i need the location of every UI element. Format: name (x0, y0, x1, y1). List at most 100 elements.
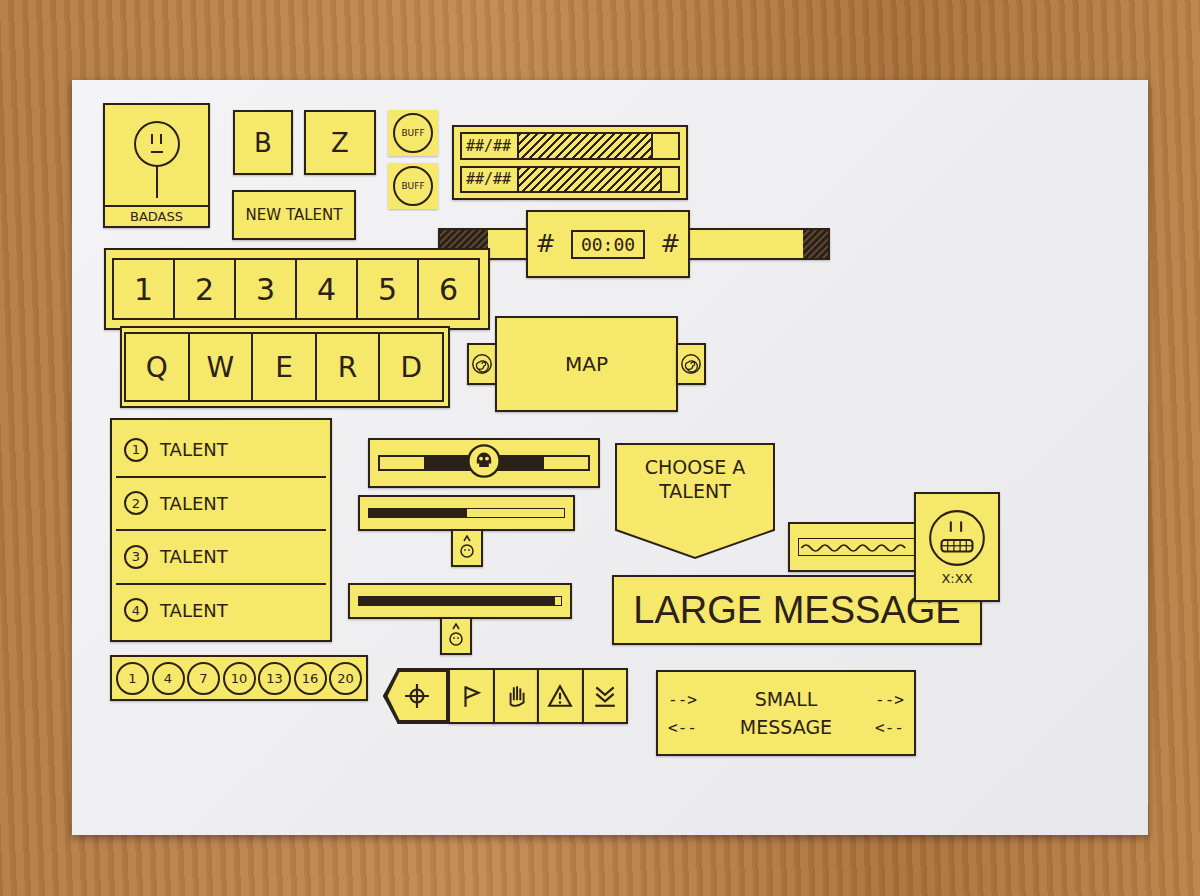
respawn-timer: X:XX (941, 571, 972, 586)
team-score: # (660, 230, 680, 258)
small-message-text: SMALL (755, 688, 818, 710)
crosshair-icon (404, 683, 430, 709)
progress-group (358, 495, 575, 567)
swirl-icon (680, 353, 702, 375)
hand-icon (503, 683, 529, 709)
killer-portrait: X:XX (914, 492, 1000, 602)
resource-track (517, 168, 678, 192)
small-message-line: <-- MESSAGE <-- (668, 716, 904, 738)
team-fill (803, 230, 828, 258)
ping-stop-button[interactable] (493, 668, 539, 724)
ping-danger-button[interactable] (537, 668, 583, 724)
talent-item[interactable]: 2 TALENT (116, 478, 326, 532)
arrow: <-- (668, 718, 697, 737)
resource-bar: ##/## (460, 132, 680, 160)
flag-icon (459, 683, 485, 709)
tug-track (378, 455, 590, 471)
resource-fill (519, 168, 662, 192)
ping-retreat-button[interactable] (582, 668, 628, 724)
kill-text-bar (788, 522, 928, 572)
ability-slot[interactable]: W (188, 332, 254, 402)
level-badge: 16 (294, 662, 327, 695)
hotbar-slot[interactable]: 4 (295, 258, 358, 320)
ping-flag-button[interactable] (448, 668, 494, 724)
match-clock: 00:00 (571, 230, 645, 259)
player-marker-icon (457, 535, 477, 561)
talent-number: 1 (124, 438, 148, 462)
arrow: <-- (875, 718, 904, 737)
hero-portrait: BADASS (103, 103, 210, 228)
talent-label: TALENT (160, 439, 228, 460)
map-zoom-button[interactable] (676, 343, 706, 385)
hotbar-slot[interactable]: 2 (173, 258, 236, 320)
talent-item[interactable]: 4 TALENT (116, 585, 326, 637)
ability-slot[interactable]: R (315, 332, 381, 402)
skull-icon (466, 443, 502, 479)
swirl-icon (471, 353, 493, 375)
hotbar-slot[interactable]: 5 (356, 258, 419, 320)
talent-label: TALENT (160, 546, 228, 567)
level-badge: 20 (329, 662, 362, 695)
retreat-icon (592, 683, 618, 709)
progress-fill (369, 509, 467, 517)
buff-slot: BUFF (388, 110, 438, 156)
stick-figure-icon (127, 111, 187, 205)
buff-slot: BUFF (388, 163, 438, 209)
paper-sheet: BADASS BZ BUFF BUFF NEW TALENT ##/## ##/## #00:… (72, 80, 1148, 835)
buff-badge: BUFF (393, 113, 433, 153)
hotbar-slot[interactable]: 3 (234, 258, 297, 320)
ability-slot[interactable]: Q (124, 332, 190, 402)
progress-bar (348, 583, 572, 619)
talent-label: TALENT (160, 493, 228, 514)
grimacing-face-icon (926, 509, 988, 567)
ping-bar (385, 662, 628, 730)
talent-item[interactable]: 1 TALENT (116, 424, 326, 478)
resource-reading: ##/## (466, 137, 511, 155)
talent-number: 4 (124, 598, 148, 622)
progress-bar (358, 495, 575, 531)
team-score: # (536, 230, 556, 258)
talent-item[interactable]: 3 TALENT (116, 531, 326, 585)
ability-bar: QWERD (120, 326, 450, 408)
level-badge: 1 (116, 662, 149, 695)
minimap-group: MAP (467, 316, 706, 412)
level-badge: 13 (258, 662, 291, 695)
item-key[interactable]: Z (304, 110, 376, 175)
map-zoom-button[interactable] (467, 343, 497, 385)
level-badge: 10 (223, 662, 256, 695)
level-badge: 4 (152, 662, 185, 695)
progress-fill (359, 597, 555, 605)
resource-bar: ##/## (460, 166, 680, 194)
tug-of-war-bar (368, 438, 600, 488)
timer-panel: #00:00 # (526, 210, 690, 278)
talent-label: TALENT (160, 600, 228, 621)
ability-slot[interactable]: E (251, 332, 317, 402)
match-timer: #00:00 # (438, 210, 830, 278)
arrow: --> (668, 690, 697, 709)
ping-target-button[interactable] (383, 668, 450, 724)
talent-number: 3 (124, 545, 148, 569)
small-message-line: -->SMALL--> (668, 688, 904, 710)
item-hotbar: 123456 (104, 248, 490, 330)
wooden-desk: BADASS BZ BUFF BUFF NEW TALENT ##/## ##/## #00:… (0, 0, 1200, 896)
resource-track (517, 134, 678, 158)
item-key[interactable]: B (233, 110, 293, 175)
hotbar-slot[interactable]: 1 (112, 258, 175, 320)
minimap[interactable]: MAP (495, 316, 678, 412)
progress-track (358, 596, 562, 606)
small-message-text: MESSAGE (740, 716, 832, 738)
new-talent-notice[interactable]: NEW TALENT (232, 190, 356, 240)
progress-group (348, 583, 572, 655)
talent-number: 2 (124, 491, 148, 515)
choose-talent-banner[interactable]: CHOOSE A TALENT (614, 442, 776, 560)
choose-talent-label: CHOOSE A TALENT (614, 442, 776, 560)
hotbar-slot[interactable]: 6 (417, 258, 480, 320)
small-message: -->SMALL--><--MESSAGE<-- (656, 670, 916, 756)
buff-badge: BUFF (393, 166, 433, 206)
progress-track (368, 508, 565, 518)
ability-slot[interactable]: D (378, 332, 444, 402)
level-badge: 7 (187, 662, 220, 695)
resource-fill (519, 134, 652, 158)
resource-panel: ##/## ##/## (452, 125, 688, 200)
team-bar (686, 228, 830, 260)
